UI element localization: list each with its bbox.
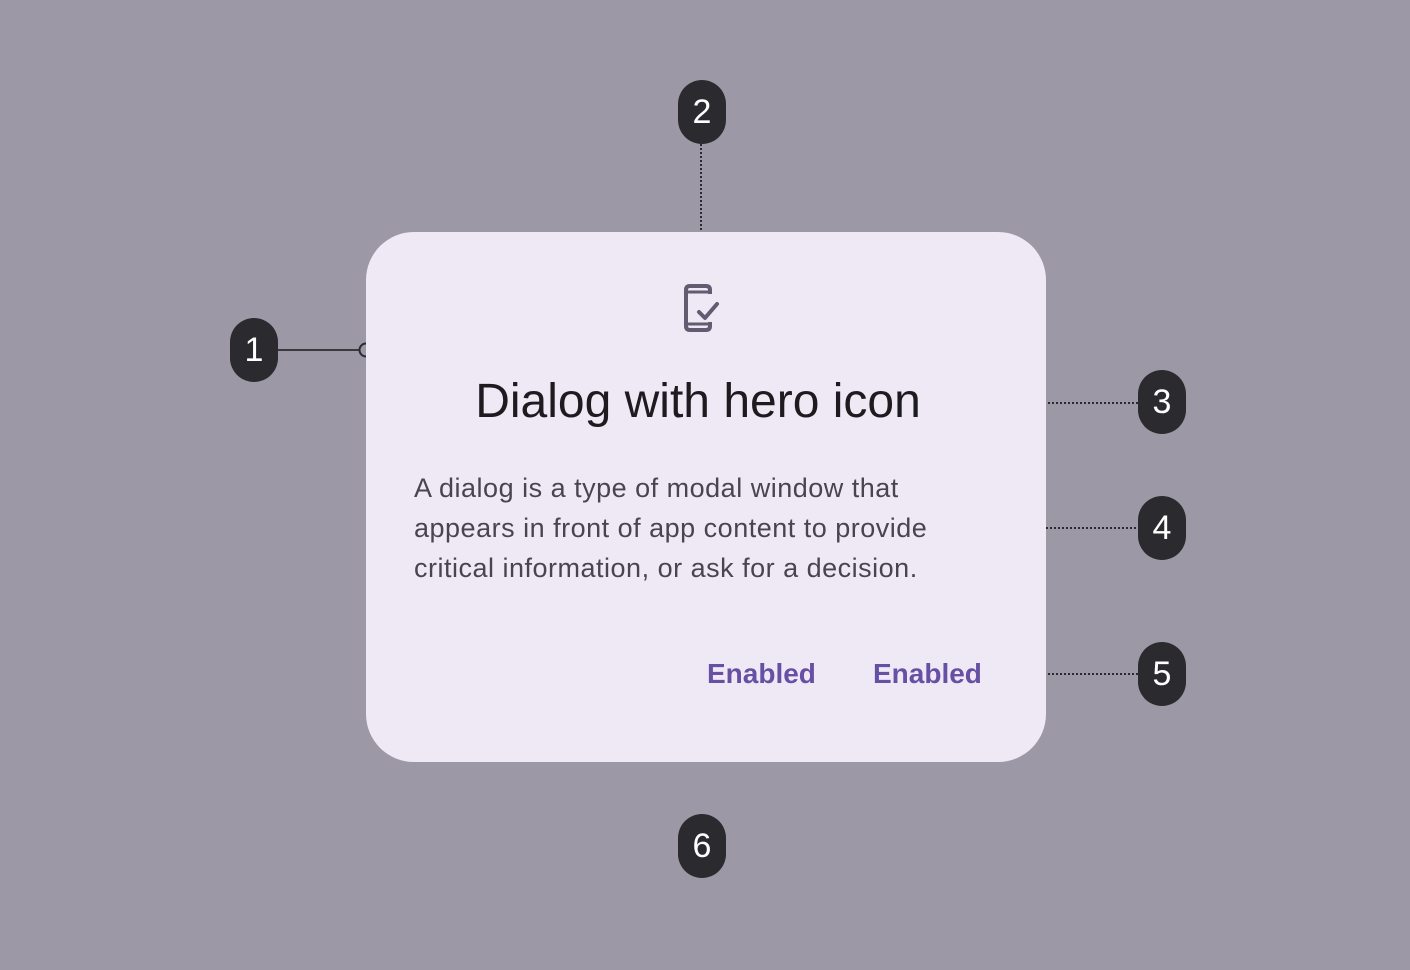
supporting-text-line: critical information, or ask for a decis… bbox=[414, 553, 918, 583]
dialog-container: Dialog with hero icon A dialog is a type… bbox=[366, 232, 1046, 762]
dialog-action-button-2[interactable]: Enabled bbox=[873, 654, 982, 694]
callout-badge-5: 5 bbox=[1138, 642, 1186, 706]
dialog-headline: Dialog with hero icon bbox=[475, 375, 921, 428]
callout-badge-6: 6 bbox=[678, 814, 726, 878]
callout-badge-1: 1 bbox=[230, 318, 278, 382]
supporting-text-line: appears in front of app content to provi… bbox=[414, 513, 928, 543]
supporting-text-line: A dialog is a type of modal window that bbox=[414, 473, 899, 503]
dialog-supporting-text: A dialog is a type of modal window that … bbox=[414, 468, 974, 588]
callout-badge-4: 4 bbox=[1138, 496, 1186, 560]
dialog-action-button-1[interactable]: Enabled bbox=[707, 654, 816, 694]
phone-check-icon bbox=[684, 284, 719, 332]
callout-badge-2: 2 bbox=[678, 80, 726, 144]
callout-badge-3: 3 bbox=[1138, 370, 1186, 434]
